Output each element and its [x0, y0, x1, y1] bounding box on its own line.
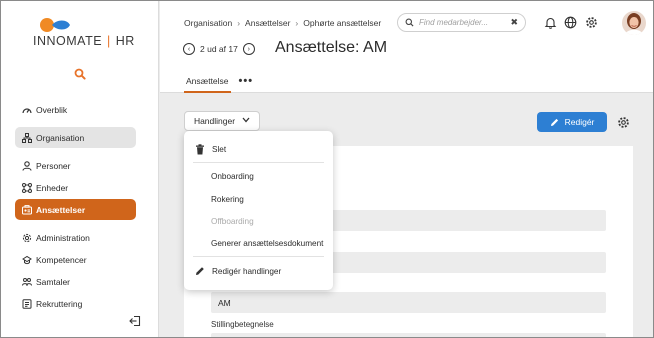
person-icon — [21, 160, 32, 171]
sidebar-item-label: Ansættelser — [36, 204, 86, 215]
gear-icon[interactable] — [617, 116, 630, 129]
sidebar-item-label: Overblik — [36, 104, 68, 115]
menu-item-label: Onboarding — [211, 171, 254, 181]
sidebar-item-label: Samtaler — [36, 276, 71, 287]
search-input[interactable]: Find medarbejder... — [419, 18, 510, 27]
menu-item-label: Redigér handlinger — [212, 266, 282, 276]
bell-icon[interactable] — [544, 16, 557, 29]
sidebar-item-samtaler[interactable]: Samtaler — [15, 271, 136, 292]
menu-divider — [193, 162, 324, 163]
previous-record-icon[interactable]: ‹ — [183, 43, 195, 55]
competence-icon — [21, 254, 32, 265]
menu-item-label: Rokering — [211, 194, 244, 204]
sidebar-item-rekruttering[interactable]: Rekruttering — [15, 293, 136, 314]
record-pager: ‹ 2 ud af 17 › — [183, 43, 255, 55]
logo-text-right: HR — [115, 34, 135, 48]
employee-search[interactable]: Find medarbejder... ✖ — [397, 13, 526, 32]
menu-item-generer-dokument[interactable]: Generer ansættelsesdokument — [184, 236, 333, 250]
recruit-icon — [21, 298, 32, 309]
pencil-icon — [195, 266, 206, 277]
sidebar-item-label: Enheder — [36, 182, 69, 193]
employment-icon — [21, 204, 32, 215]
sidebar: INNOMATE | HR Overblik Organisation Pers… — [1, 1, 159, 337]
sidebar-item-personer[interactable]: Personer — [15, 155, 136, 176]
page-title: Ansættelse: AM — [275, 39, 388, 56]
collapse-sidebar-icon[interactable] — [129, 315, 141, 327]
logo: INNOMATE | HR — [33, 17, 135, 51]
sidebar-item-overblik[interactable]: Overblik — [15, 99, 136, 120]
search-icon — [405, 18, 414, 27]
globe-icon[interactable] — [564, 16, 577, 29]
tab-bar: Ansættelse ••• — [184, 72, 253, 93]
sidebar-item-enheder[interactable]: Enheder — [15, 177, 136, 198]
dashboard-icon — [21, 104, 32, 115]
conversation-icon — [21, 276, 32, 287]
menu-item-slet[interactable]: Slet — [184, 142, 333, 156]
pencil-icon — [550, 118, 559, 127]
menu-item-offboarding: Offboarding — [184, 214, 333, 228]
org-chart-icon — [21, 132, 32, 143]
sidebar-item-label: Kompetencer — [36, 254, 87, 265]
logo-mark-icon — [40, 18, 70, 32]
clear-search-icon[interactable]: ✖ — [510, 17, 518, 28]
breadcrumb-ophoerte[interactable]: Ophørte ansættelser — [303, 18, 381, 28]
page-header: Organisation › Ansættelser › Ophørte ans… — [160, 1, 653, 93]
menu-item-label: Slet — [212, 144, 227, 154]
menu-item-label: Generer ansættelsesdokument — [211, 238, 324, 248]
actions-label: Handlinger — [193, 116, 236, 126]
sidebar-item-label: Administration — [36, 232, 90, 243]
search-icon[interactable] — [74, 68, 86, 80]
breadcrumb-organisation[interactable]: Organisation — [184, 18, 232, 28]
sidebar-item-kompetencer[interactable]: Kompetencer — [15, 249, 136, 270]
logo-text-left: INNOMATE — [33, 34, 103, 48]
sidebar-item-label: Organisation — [36, 132, 85, 143]
sidebar-item-ansaettelser[interactable]: Ansættelser — [15, 199, 136, 220]
actions-menu: Slet Onboarding Rokering Offboarding Gen… — [184, 131, 333, 290]
actions-dropdown-button[interactable]: Handlinger — [184, 111, 260, 131]
sidebar-item-label: Personer — [36, 160, 71, 171]
admin-gear-icon — [21, 232, 32, 243]
menu-item-rediger-handlinger[interactable]: Redigér handlinger — [184, 264, 333, 278]
sidebar-item-organisation[interactable]: Organisation — [15, 127, 136, 148]
next-record-icon[interactable]: › — [242, 43, 255, 55]
edit-label: Redigér — [564, 117, 595, 127]
trash-icon — [195, 143, 206, 155]
units-icon — [21, 182, 32, 193]
logo-separator: | — [107, 34, 111, 48]
sidebar-item-label: Rekruttering — [36, 298, 83, 309]
chevron-right-icon: › — [237, 18, 241, 28]
breadcrumb-ansaettelser[interactable]: Ansættelser — [245, 18, 290, 28]
menu-divider — [193, 256, 324, 257]
job-title-label: Stillingbetegnelse — [211, 320, 274, 329]
tab-ansaettelse[interactable]: Ansættelse — [184, 76, 231, 93]
pager-text: 2 ud af 17 — [200, 44, 238, 54]
chevron-down-icon — [242, 117, 250, 125]
menu-item-rokering[interactable]: Rokering — [184, 192, 333, 206]
gear-icon[interactable] — [585, 16, 598, 29]
edit-button[interactable]: Redigér — [537, 112, 607, 132]
job-title-field[interactable] — [211, 333, 606, 337]
chevron-right-icon: › — [295, 18, 299, 28]
initials-value: AM — [218, 297, 231, 308]
sidebar-item-administration[interactable]: Administration — [15, 227, 136, 248]
sidebar-nav: Overblik Organisation Personer Enheder A… — [15, 99, 136, 315]
menu-item-label: Offboarding — [211, 216, 254, 226]
initials-field[interactable]: AM — [211, 292, 606, 313]
menu-item-onboarding[interactable]: Onboarding — [184, 169, 333, 183]
breadcrumb: Organisation › Ansættelser › Ophørte ans… — [184, 18, 381, 28]
app-window: INNOMATE | HR Overblik Organisation Pers… — [0, 0, 654, 338]
user-avatar[interactable] — [622, 11, 646, 35]
more-tabs-icon[interactable]: ••• — [239, 75, 254, 93]
